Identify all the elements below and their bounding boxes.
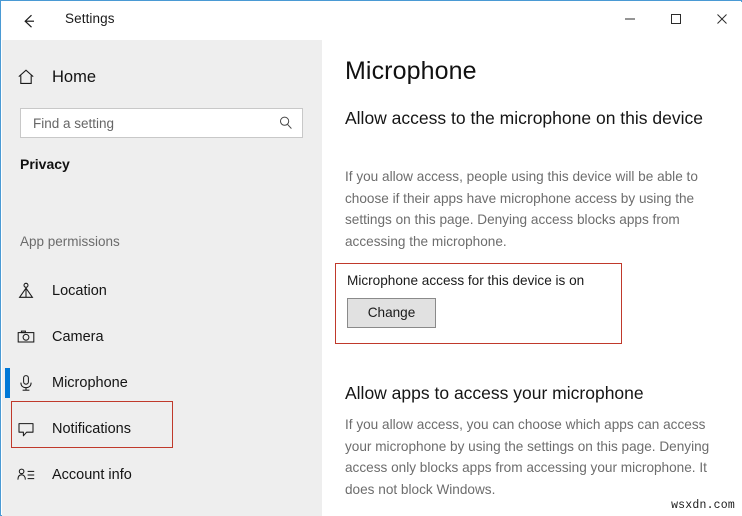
- sidebar-item-home[interactable]: Home: [2, 57, 322, 97]
- home-icon: [2, 67, 50, 87]
- sidebar-item-camera-label: Camera: [52, 329, 104, 345]
- title-bar: Settings: [2, 2, 742, 40]
- sidebar-group-title: App permissions: [20, 234, 120, 249]
- maximize-button[interactable]: [653, 3, 699, 34]
- sidebar-item-microphone[interactable]: Microphone: [2, 360, 322, 406]
- sidebar-item-microphone-label: Microphone: [52, 375, 128, 391]
- page-title: Microphone: [345, 57, 477, 85]
- sidebar-item-account-info[interactable]: Account info: [2, 452, 322, 498]
- camera-icon: [2, 327, 50, 347]
- minimize-button[interactable]: [607, 3, 653, 34]
- maximize-icon: [671, 13, 681, 24]
- app-title: Settings: [65, 11, 115, 26]
- sidebar-item-notifications[interactable]: Notifications: [2, 406, 322, 452]
- section-heading-app-access: Allow apps to access your microphone: [345, 383, 644, 403]
- sidebar-item-notifications-label: Notifications: [52, 421, 131, 437]
- search-box[interactable]: [20, 108, 303, 138]
- sidebar-category-title: Privacy: [20, 156, 70, 172]
- back-button[interactable]: [10, 4, 50, 38]
- location-icon: [2, 281, 50, 301]
- sidebar-item-home-label: Home: [52, 67, 97, 86]
- close-icon: [717, 13, 727, 24]
- arrow-left-icon: [24, 14, 34, 28]
- close-button[interactable]: [699, 3, 742, 34]
- sidebar-item-camera[interactable]: Camera: [2, 314, 322, 360]
- search-input[interactable]: [21, 109, 270, 137]
- device-access-highlight-annotation: Microphone access for this device is on …: [335, 263, 622, 344]
- notifications-icon: [2, 419, 50, 439]
- microphone-icon: [2, 373, 50, 393]
- sidebar: Home Privacy App permissions: [2, 40, 322, 516]
- section-body-app-access: If you allow access, you can choose whic…: [345, 417, 710, 497]
- account-info-icon: [2, 465, 50, 485]
- watermark: wsxdn.com: [671, 499, 735, 512]
- sidebar-item-location-label: Location: [52, 283, 107, 299]
- sidebar-item-account-info-label: Account info: [52, 467, 132, 483]
- change-button[interactable]: Change: [347, 298, 436, 328]
- section-body-device-access: If you allow access, people using this d…: [345, 169, 698, 249]
- minimize-icon: [625, 18, 635, 19]
- device-access-status-text: Microphone access for this device is on: [347, 273, 585, 288]
- section-heading-device-access: Allow access to the microphone on this d…: [345, 108, 703, 128]
- main-content: Microphone Allow access to the microphon…: [322, 40, 742, 516]
- search-icon[interactable]: [270, 115, 302, 131]
- sidebar-nav-list: Location Camera Microphone Notifications…: [2, 268, 322, 498]
- settings-window: Settings Home Find a setting Privacy App…: [0, 0, 742, 516]
- sidebar-item-location[interactable]: Location: [2, 268, 322, 314]
